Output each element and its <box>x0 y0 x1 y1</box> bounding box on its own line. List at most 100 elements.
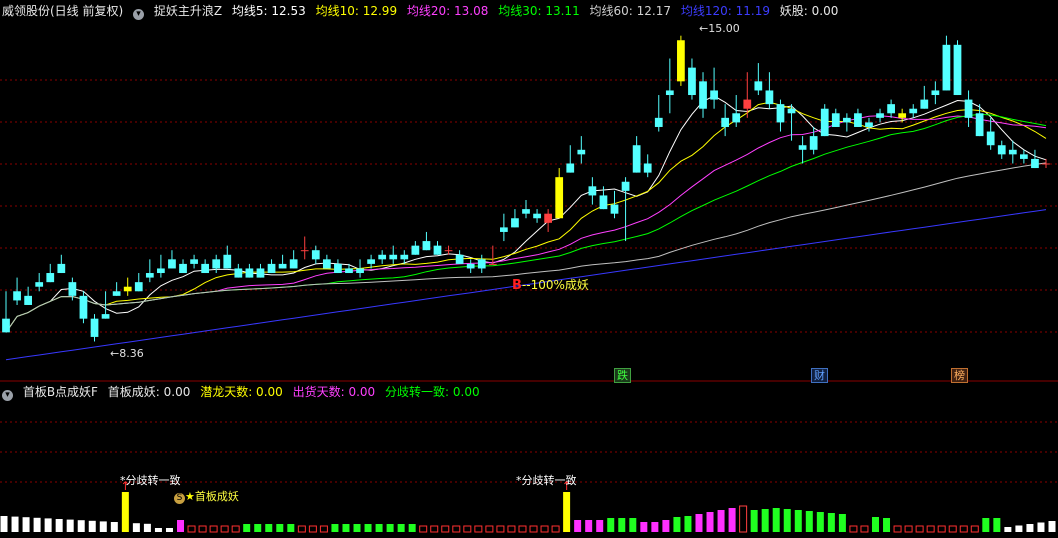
candle[interactable] <box>699 72 707 118</box>
indicator-bar <box>177 520 185 532</box>
candle[interactable] <box>311 245 320 264</box>
candle[interactable] <box>986 117 995 150</box>
candle[interactable] <box>643 154 652 178</box>
candle[interactable] <box>256 263 265 278</box>
candle[interactable] <box>920 85 929 109</box>
candle[interactable] <box>621 177 630 242</box>
indicator-bar <box>265 524 273 532</box>
candle[interactable] <box>577 136 586 164</box>
candle[interactable] <box>145 259 154 283</box>
candle[interactable] <box>710 67 718 109</box>
candle[interactable] <box>300 236 309 260</box>
candle[interactable] <box>887 99 895 118</box>
candle[interactable] <box>433 241 442 255</box>
candle[interactable] <box>953 40 962 96</box>
candle[interactable] <box>234 263 243 278</box>
indicator-bar <box>143 523 151 532</box>
tag-cai[interactable]: 财 <box>811 368 828 383</box>
candle[interactable] <box>765 72 774 109</box>
candle[interactable] <box>356 259 364 278</box>
ma20-line <box>5 115 1047 333</box>
indicator-bar <box>276 524 284 532</box>
indicator-bar <box>33 517 41 532</box>
candle[interactable] <box>134 273 143 292</box>
candle[interactable] <box>566 145 575 173</box>
candlestick-chart[interactable] <box>0 0 1058 382</box>
candle[interactable] <box>610 190 619 219</box>
candle[interactable] <box>201 259 210 274</box>
candle[interactable] <box>190 254 198 269</box>
indicator-bar <box>1004 527 1012 532</box>
candle[interactable] <box>157 254 165 278</box>
candle[interactable] <box>334 259 342 274</box>
candle[interactable] <box>57 254 66 274</box>
candle[interactable] <box>223 245 232 269</box>
candle[interactable] <box>798 136 807 164</box>
candle[interactable] <box>820 104 829 137</box>
indicator-bar <box>231 525 240 533</box>
candle[interactable] <box>90 314 99 342</box>
indicator-bar <box>772 508 780 532</box>
candle[interactable] <box>322 254 331 269</box>
indicator-bar <box>695 514 703 532</box>
candle[interactable] <box>123 277 132 296</box>
candle[interactable] <box>754 63 763 96</box>
candle[interactable] <box>179 259 187 274</box>
candle[interactable] <box>168 250 176 269</box>
indicator-bar <box>364 524 372 532</box>
candle[interactable] <box>411 241 420 255</box>
candle[interactable] <box>721 104 730 137</box>
candle[interactable] <box>278 254 287 269</box>
candle[interactable] <box>831 108 840 127</box>
candle[interactable] <box>46 263 55 283</box>
candle[interactable] <box>555 168 564 219</box>
candle[interactable] <box>13 277 21 305</box>
indicator-bar <box>684 516 692 532</box>
candle[interactable] <box>854 108 862 127</box>
indicator-bar <box>959 525 968 533</box>
candle[interactable] <box>79 291 88 324</box>
candle[interactable] <box>511 209 519 228</box>
star-icon: ★ <box>185 490 195 503</box>
candle[interactable] <box>466 259 475 274</box>
candle[interactable] <box>776 99 785 132</box>
candle[interactable] <box>267 259 276 274</box>
candle[interactable] <box>665 58 674 114</box>
candle[interactable] <box>444 245 453 255</box>
candle[interactable] <box>909 104 918 118</box>
candle[interactable] <box>345 263 353 274</box>
candle[interactable] <box>544 209 552 232</box>
candle[interactable] <box>1031 149 1039 169</box>
indicator-bar <box>948 525 957 533</box>
indicator-bar <box>297 525 306 533</box>
candle[interactable] <box>931 81 940 105</box>
candle[interactable] <box>477 254 486 274</box>
tag-die[interactable]: 跌 <box>614 368 631 383</box>
candle[interactable] <box>422 231 431 251</box>
tag-bang[interactable]: 榜 <box>951 368 968 383</box>
candle[interactable] <box>677 35 685 86</box>
candle[interactable] <box>632 136 641 173</box>
candle[interactable] <box>688 58 696 100</box>
candle[interactable] <box>588 177 597 205</box>
candle[interactable] <box>35 273 44 292</box>
candle[interactable] <box>964 90 973 127</box>
candle[interactable] <box>533 209 541 223</box>
candle[interactable] <box>455 250 464 264</box>
candle[interactable] <box>2 291 10 333</box>
candle[interactable] <box>500 213 508 242</box>
candle[interactable] <box>112 282 121 296</box>
indicator-bar <box>1037 522 1045 532</box>
candle[interactable] <box>654 95 663 132</box>
candle[interactable] <box>1042 158 1050 169</box>
indicator-chart[interactable]: ↑ ↑ <box>0 382 1058 538</box>
candle[interactable] <box>289 250 298 269</box>
candle[interactable] <box>997 140 1006 159</box>
candle[interactable] <box>24 286 32 305</box>
candle[interactable] <box>942 35 951 91</box>
candle[interactable] <box>876 108 884 123</box>
candle[interactable] <box>212 254 221 274</box>
candle[interactable] <box>522 200 530 219</box>
candle[interactable] <box>378 250 387 264</box>
candle[interactable] <box>245 263 254 278</box>
